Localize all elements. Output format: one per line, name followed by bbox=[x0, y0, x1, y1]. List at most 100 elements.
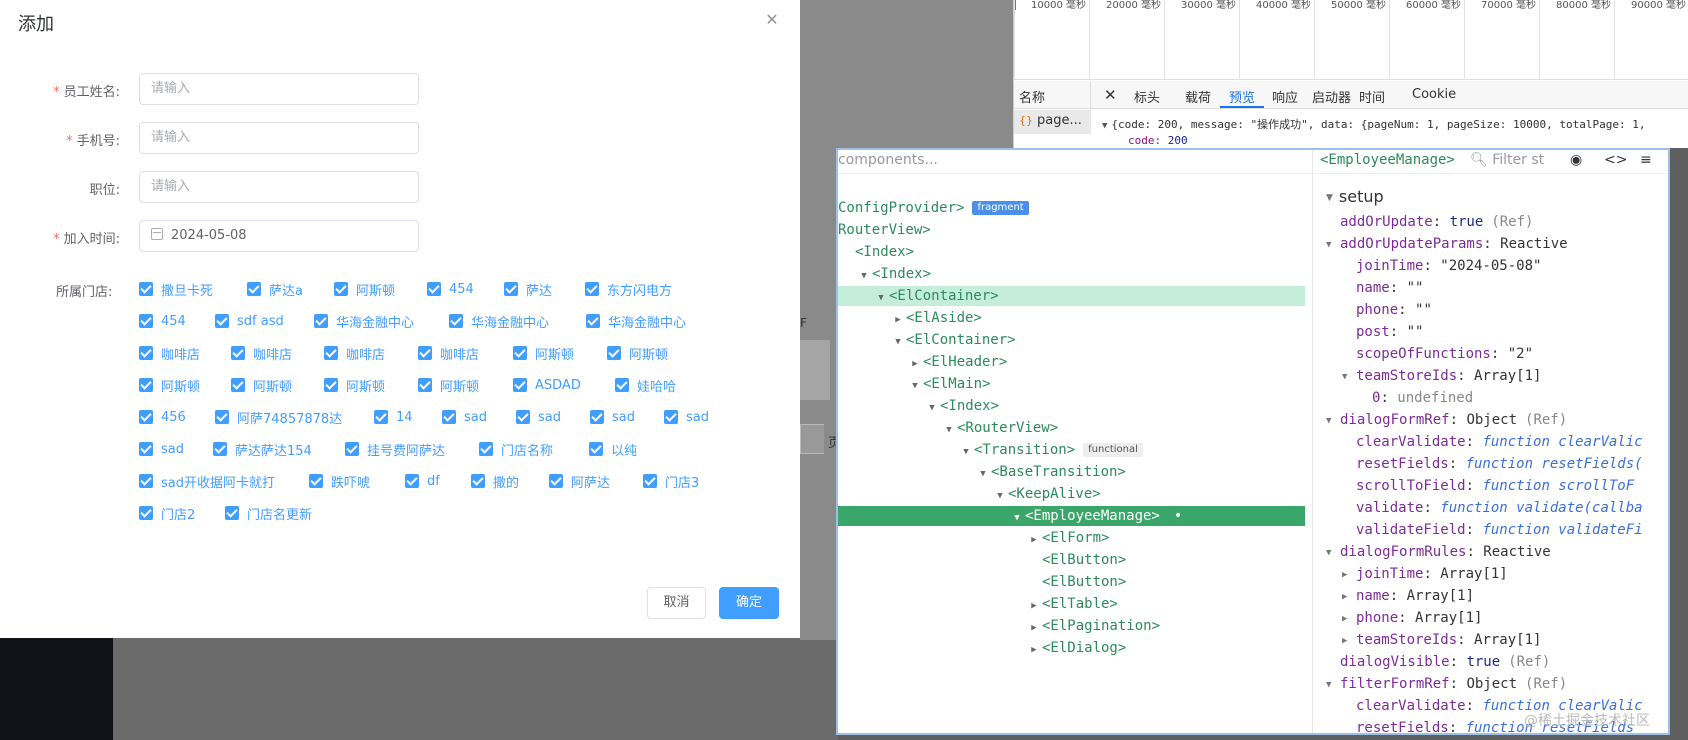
store-checkbox[interactable]: 华海金融中心 bbox=[314, 311, 414, 331]
confirm-button[interactable]: 确定 bbox=[719, 587, 779, 619]
component-tree-node[interactable]: ▼ <BaseTransition> bbox=[975, 462, 1126, 482]
component-tree-node[interactable]: ▼ <ElContainer> bbox=[838, 286, 1305, 306]
store-checkbox[interactable]: 14 bbox=[374, 407, 413, 427]
component-tree-node[interactable]: ▼ <Index> bbox=[924, 396, 999, 416]
collapse-arrow-icon[interactable]: ▼ bbox=[890, 332, 906, 352]
store-checkbox[interactable]: 阿斯顿 bbox=[513, 343, 574, 363]
store-checkbox[interactable]: 撒旦卡死 bbox=[139, 279, 213, 299]
store-checkbox[interactable]: 挂号费阿萨达 bbox=[345, 439, 445, 459]
state-prop-row[interactable]: ▼ teamStoreIds: Array[1] bbox=[1342, 366, 1541, 386]
store-checkbox[interactable]: sad bbox=[664, 407, 709, 427]
store-checkbox[interactable]: 华海金融中心 bbox=[449, 311, 549, 331]
store-checkbox[interactable]: ASDAD bbox=[513, 375, 581, 395]
store-checkbox[interactable]: 咖啡店 bbox=[418, 343, 479, 363]
network-tab[interactable]: 时间 bbox=[1359, 87, 1385, 106]
collapse-arrow-icon[interactable]: ▼ bbox=[907, 376, 923, 396]
state-prop-row[interactable]: scopeOfFunctions: "2" bbox=[1342, 344, 1533, 364]
cancel-button[interactable]: 取消 bbox=[647, 587, 706, 619]
component-tree-node[interactable]: ▼ <KeepAlive> bbox=[992, 484, 1100, 506]
component-tree-node[interactable]: ▼ <Transition> functional bbox=[958, 440, 1143, 460]
component-tree-node[interactable]: ConfigProvider> fragment bbox=[838, 198, 1029, 218]
component-search-input[interactable]: components... bbox=[838, 150, 1312, 174]
store-checkbox[interactable]: 娃哈哈 bbox=[615, 375, 676, 395]
component-tree-node[interactable]: ▼ <ElMain> bbox=[907, 374, 990, 394]
store-checkbox[interactable]: 阿萨达 bbox=[549, 471, 610, 491]
menu-icon[interactable]: ≡ bbox=[1640, 152, 1652, 168]
store-checkbox[interactable]: 门店3 bbox=[643, 471, 699, 491]
state-prop-row[interactable]: joinTime: "2024-05-08" bbox=[1342, 256, 1541, 276]
component-tree-node[interactable]: ▼ <RouterView> bbox=[941, 418, 1058, 438]
expand-arrow-icon[interactable]: ▶ bbox=[890, 310, 906, 330]
store-checkbox[interactable]: 454 bbox=[427, 279, 474, 299]
store-checkbox[interactable]: 阿斯顿 bbox=[139, 375, 200, 395]
store-checkbox[interactable]: 萨达萨达154 bbox=[213, 439, 312, 459]
store-checkbox[interactable]: 咖啡店 bbox=[231, 343, 292, 363]
state-prop-row[interactable]: phone: "" bbox=[1342, 300, 1432, 320]
setup-section-header[interactable]: ▼ setup bbox=[1326, 187, 1384, 206]
state-prop-row[interactable]: clearValidate: function clearValic bbox=[1342, 432, 1643, 452]
store-checkbox[interactable]: 454 bbox=[139, 311, 186, 331]
store-checkbox[interactable]: sad bbox=[590, 407, 635, 427]
state-prop-row[interactable]: scrollToField: function scrollToF bbox=[1342, 476, 1634, 496]
store-checkbox[interactable]: 萨达a bbox=[247, 279, 303, 299]
code-icon[interactable]: <> bbox=[1604, 152, 1627, 168]
collapse-arrow-icon[interactable]: ▼ bbox=[992, 486, 1008, 506]
state-prop-row[interactable]: validateField: function validateFi bbox=[1342, 520, 1643, 540]
store-checkbox[interactable]: 阿斯顿 bbox=[607, 343, 668, 363]
store-checkbox[interactable]: df bbox=[405, 471, 440, 491]
state-prop-row[interactable]: validate: function validate(callba bbox=[1342, 498, 1643, 518]
state-prop-row[interactable]: ▶ joinTime: Array[1] bbox=[1342, 564, 1508, 584]
collapse-arrow-icon[interactable]: ▼ bbox=[873, 288, 889, 308]
close-details-icon[interactable]: ✕ bbox=[1104, 86, 1117, 104]
store-checkbox[interactable]: 咖啡店 bbox=[139, 343, 200, 363]
close-icon[interactable]: ✕ bbox=[762, 10, 782, 30]
store-checkbox[interactable]: sad bbox=[442, 407, 487, 427]
state-prop-row[interactable]: ▼ addOrUpdateParams: Reactive bbox=[1326, 234, 1568, 254]
collapse-arrow-icon[interactable]: ▼ bbox=[856, 266, 872, 286]
component-tree-node[interactable]: ▶ <ElAside> bbox=[890, 308, 982, 328]
store-checkbox[interactable]: 咖啡店 bbox=[324, 343, 385, 363]
network-tab[interactable]: 预览 bbox=[1229, 87, 1255, 106]
component-tree-node[interactable]: ▶ <ElForm> bbox=[1026, 528, 1109, 548]
component-tree-node[interactable]: <ElButton> bbox=[1026, 550, 1126, 570]
component-tree-node[interactable]: <Index> bbox=[839, 242, 914, 262]
network-tab[interactable]: 响应 bbox=[1272, 87, 1298, 106]
component-tree-node[interactable]: ▶ <ElDialog> bbox=[1026, 638, 1126, 658]
store-checkbox[interactable]: sad bbox=[139, 439, 184, 459]
state-prop-row[interactable]: ▶ name: Array[1] bbox=[1342, 586, 1474, 606]
phone-input[interactable]: 请输入 bbox=[139, 122, 419, 154]
state-prop-row[interactable]: ▼ dialogFormRules: Reactive bbox=[1326, 542, 1551, 562]
store-checkbox[interactable]: sad开收据阿卡就打 bbox=[139, 471, 275, 491]
store-checkbox[interactable]: 阿萨74857878达 bbox=[215, 407, 342, 427]
network-tab[interactable]: 启动器 bbox=[1312, 87, 1351, 106]
expand-arrow-icon[interactable]: ▶ bbox=[1026, 596, 1042, 616]
network-tab[interactable]: Cookie bbox=[1412, 87, 1456, 102]
component-tree-node[interactable]: <ElButton> bbox=[1026, 572, 1126, 592]
collapse-arrow-icon[interactable]: ▼ bbox=[941, 420, 957, 440]
state-prop-row[interactable]: post: "" bbox=[1342, 322, 1423, 342]
store-checkbox[interactable]: 阿斯顿 bbox=[231, 375, 292, 395]
store-checkbox[interactable]: 阿斯顿 bbox=[418, 375, 479, 395]
collapse-arrow-icon[interactable]: ▼ bbox=[1009, 508, 1025, 528]
component-tree-node[interactable]: ▼ <ElContainer> bbox=[890, 330, 1015, 352]
filter-state-input[interactable]: 🔍︎ Filter st bbox=[1470, 152, 1544, 168]
store-checkbox[interactable]: 门店2 bbox=[139, 503, 195, 523]
state-prop-row[interactable]: addOrUpdate: true (Ref) bbox=[1326, 212, 1533, 232]
state-prop-row[interactable]: name: "" bbox=[1342, 278, 1423, 298]
state-prop-row[interactable]: ▼ dialogFormRef: Object (Ref) bbox=[1326, 410, 1567, 430]
state-prop-row[interactable]: ▶ phone: Array[1] bbox=[1342, 608, 1482, 628]
store-checkbox[interactable]: 华海金融中心 bbox=[586, 311, 686, 331]
network-tab[interactable]: 载荷 bbox=[1185, 87, 1211, 106]
store-checkbox[interactable]: 撒的 bbox=[471, 471, 519, 491]
post-input[interactable]: 请输入 bbox=[139, 171, 419, 203]
employee-name-input[interactable]: 请输入 bbox=[139, 73, 419, 105]
component-tree-node[interactable]: ▶ <ElTable> bbox=[1026, 594, 1118, 614]
state-prop-row[interactable]: ▼ filterFormRef: Object (Ref) bbox=[1326, 674, 1567, 694]
store-checkbox[interactable]: 456 bbox=[139, 407, 186, 427]
component-tree-node[interactable]: ▶ <ElHeader> bbox=[907, 352, 1007, 372]
store-checkbox[interactable]: 跌吓唬 bbox=[309, 471, 370, 491]
store-checkbox[interactable]: sad bbox=[516, 407, 561, 427]
component-tree-node[interactable]: ▶ <ElPagination> bbox=[1026, 616, 1160, 636]
network-tab[interactable]: 标头 bbox=[1134, 87, 1160, 106]
component-tree-node[interactable]: ▼ <Index> bbox=[856, 264, 931, 284]
